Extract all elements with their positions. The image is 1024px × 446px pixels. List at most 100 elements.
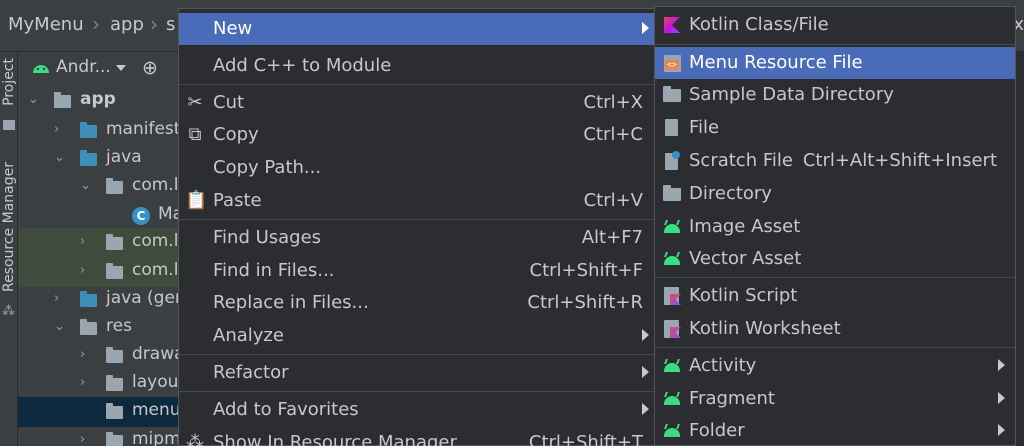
breadcrumb-module[interactable]: app: [110, 14, 144, 35]
resources-icon: ⁂: [186, 432, 204, 446]
submenu-item-label: Image Asset: [689, 216, 801, 237]
panel-header: Andr... ⊕: [18, 52, 180, 84]
tree-item-layout[interactable]: › layou: [18, 369, 180, 399]
submenu-item-label: Folder: [689, 420, 745, 441]
menu-item-label: Find Usages: [213, 227, 322, 248]
breadcrumb-separator: ›: [92, 12, 100, 36]
chevron-right-icon[interactable]: ›: [80, 375, 85, 390]
shortcut-label: Alt+F7: [581, 227, 643, 248]
submenu-item-sample-data[interactable]: Sample Data Directory: [655, 79, 1015, 111]
submenu-arrow-icon: [998, 392, 1005, 404]
resource-manager-tab[interactable]: Resource Manager: [1, 162, 17, 292]
android-icon: [662, 389, 682, 409]
submenu-item-directory[interactable]: Directory: [655, 178, 1015, 210]
dropdown-arrow-icon[interactable]: [116, 65, 126, 71]
shortcut-label: Ctrl+V: [583, 190, 643, 211]
submenu-item-label: Kotlin Worksheet: [689, 318, 841, 339]
tree-item-package[interactable]: › com.l: [18, 228, 180, 258]
submenu-item-image-asset[interactable]: Image Asset: [655, 211, 1015, 243]
chevron-right-icon[interactable]: ›: [80, 347, 85, 362]
menu-item-add-favorites[interactable]: Add to Favorites: [179, 394, 655, 426]
tree-item-label: Ma: [158, 204, 180, 224]
menu-item-replace-in-files[interactable]: Replace in Files... Ctrl+Shift+R: [179, 287, 655, 319]
tree-item-manifests[interactable]: › manifest: [18, 116, 180, 146]
submenu-arrow-icon: [998, 424, 1005, 436]
submenu-item-label: Activity: [689, 355, 757, 376]
submenu-item-menu-resource[interactable]: Menu Resource File: [655, 47, 1015, 79]
menu-item-copy-path[interactable]: Copy Path...: [179, 152, 655, 184]
tree-item-menu[interactable]: menu: [18, 397, 180, 427]
new-submenu: Kotlin Class/File Menu Resource File Sam…: [654, 6, 1016, 446]
chevron-down-icon[interactable]: ⌄: [80, 178, 91, 193]
folder-icon: [106, 403, 123, 419]
chevron-right-icon[interactable]: ›: [80, 432, 85, 446]
submenu-item-kotlin-script[interactable]: Kotlin Script: [655, 280, 1015, 312]
kotlin-file-icon: [662, 15, 682, 35]
menu-item-add-cpp[interactable]: Add C++ to Module: [179, 50, 655, 82]
breadcrumb-folder[interactable]: s: [166, 14, 175, 35]
menu-item-analyze[interactable]: Analyze: [179, 320, 655, 352]
android-icon: [32, 59, 50, 73]
submenu-item-kotlin-worksheet[interactable]: Kotlin Worksheet: [655, 313, 1015, 345]
submenu-item-label: Vector Asset: [689, 248, 802, 269]
tree-item-res[interactable]: ⌄ res: [18, 313, 180, 343]
tree-item-app[interactable]: ⌄ app: [18, 86, 180, 116]
chevron-right-icon[interactable]: ›: [80, 234, 85, 249]
file-icon: [662, 118, 682, 138]
chevron-right-icon[interactable]: ›: [54, 122, 59, 137]
chevron-down-icon[interactable]: ⌄: [28, 92, 39, 107]
tree-item-drawable[interactable]: › drawa: [18, 341, 180, 371]
submenu-item-fragment[interactable]: Fragment: [655, 383, 1015, 415]
menu-item-show-resource-manager[interactable]: ⁂ Show In Resource Manager Ctrl+Shift+T: [179, 427, 655, 446]
submenu-item-file[interactable]: File: [655, 112, 1015, 144]
menu-item-label: Cut: [213, 92, 245, 113]
package-icon: [106, 234, 123, 250]
menu-item-copy[interactable]: ⧉ Copy Ctrl+C: [179, 119, 655, 151]
menu-resource-icon: [662, 53, 682, 73]
tree-item-package[interactable]: ⌄ com.l: [18, 172, 180, 202]
menu-item-label: Refactor: [213, 362, 289, 383]
tree-item-java-generated[interactable]: › java (ger: [18, 285, 180, 315]
view-dropdown[interactable]: Andr...: [56, 57, 111, 77]
folder-icon: [106, 375, 123, 391]
tree-item-java[interactable]: ⌄ java: [18, 144, 180, 174]
chevron-right-icon[interactable]: ›: [80, 263, 85, 278]
menu-item-find-in-files[interactable]: Find in Files... Ctrl+Shift+F: [179, 255, 655, 287]
submenu-item-vector-asset[interactable]: Vector Asset: [655, 243, 1015, 275]
tree-item-mipmap[interactable]: › mipm: [18, 426, 180, 446]
menu-item-new[interactable]: New: [179, 13, 655, 45]
tree-item-label: java: [106, 147, 142, 167]
target-icon[interactable]: ⊕: [142, 57, 158, 79]
folder-icon: [662, 85, 682, 105]
package-icon: [106, 263, 123, 279]
tree-item-label: app: [80, 89, 116, 109]
tree-item-package[interactable]: › com.l: [18, 257, 180, 287]
chevron-right-icon[interactable]: ›: [54, 291, 59, 306]
tree-item-label: res: [106, 316, 132, 336]
menu-separator: [179, 391, 655, 392]
tree-item-label: manifest: [106, 119, 180, 139]
menu-item-find-usages[interactable]: Find Usages Alt+F7: [179, 222, 655, 254]
chevron-down-icon[interactable]: ⌄: [54, 150, 65, 165]
tree-item-class[interactable]: C Ma: [18, 201, 180, 231]
kotlin-worksheet-icon: [662, 319, 682, 339]
class-icon: C: [132, 207, 150, 225]
menu-item-paste[interactable]: 📋 Paste Ctrl+V: [179, 185, 655, 217]
menu-item-label: New: [213, 18, 253, 39]
project-tab[interactable]: Project: [1, 58, 17, 106]
tree-item-label: menu: [132, 400, 180, 420]
submenu-item-folder[interactable]: Folder: [655, 415, 1015, 446]
submenu-item-activity[interactable]: Activity: [655, 350, 1015, 382]
menu-item-cut[interactable]: ✂ Cut Ctrl+X: [179, 87, 655, 119]
submenu-arrow-icon: [998, 359, 1005, 371]
submenu-item-kotlin-class[interactable]: Kotlin Class/File: [655, 9, 1015, 41]
tree-item-label: layou: [132, 372, 179, 392]
submenu-item-label: Directory: [689, 183, 772, 204]
chevron-down-icon[interactable]: ⌄: [54, 319, 65, 334]
breadcrumb-project[interactable]: MyMenu: [8, 14, 84, 35]
package-icon: [106, 178, 123, 194]
tree-item-label: drawa: [132, 344, 180, 364]
menu-item-label: Paste: [213, 190, 262, 211]
menu-item-refactor[interactable]: Refactor: [179, 357, 655, 389]
submenu-item-scratch[interactable]: Scratch File Ctrl+Alt+Shift+Insert: [655, 145, 1015, 177]
